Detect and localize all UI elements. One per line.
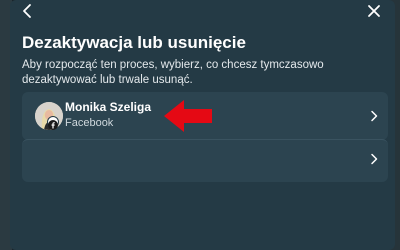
close-icon[interactable] xyxy=(365,2,383,20)
dialog-description: Aby rozpocząć ten proces, wybierz, co ch… xyxy=(22,59,324,86)
account-option-second[interactable] xyxy=(22,139,388,182)
back-arrow-icon[interactable] xyxy=(19,2,37,20)
dialog-title: Dezaktywacja lub usunięcie xyxy=(22,33,246,52)
annotation-arrow-icon xyxy=(164,100,212,132)
account-option-monika[interactable]: Monika Szeliga Facebook xyxy=(22,92,388,140)
chevron-right-icon xyxy=(371,153,378,165)
deactivation-dialog: Dezaktywacja lub usunięcie Aby rozpocząć… xyxy=(10,0,395,250)
facebook-icon xyxy=(47,116,59,130)
dialog-topbar xyxy=(10,0,395,24)
account-name: Monika Szeliga xyxy=(65,100,152,114)
chevron-right-icon xyxy=(371,110,378,122)
account-platform: Facebook xyxy=(65,117,114,129)
